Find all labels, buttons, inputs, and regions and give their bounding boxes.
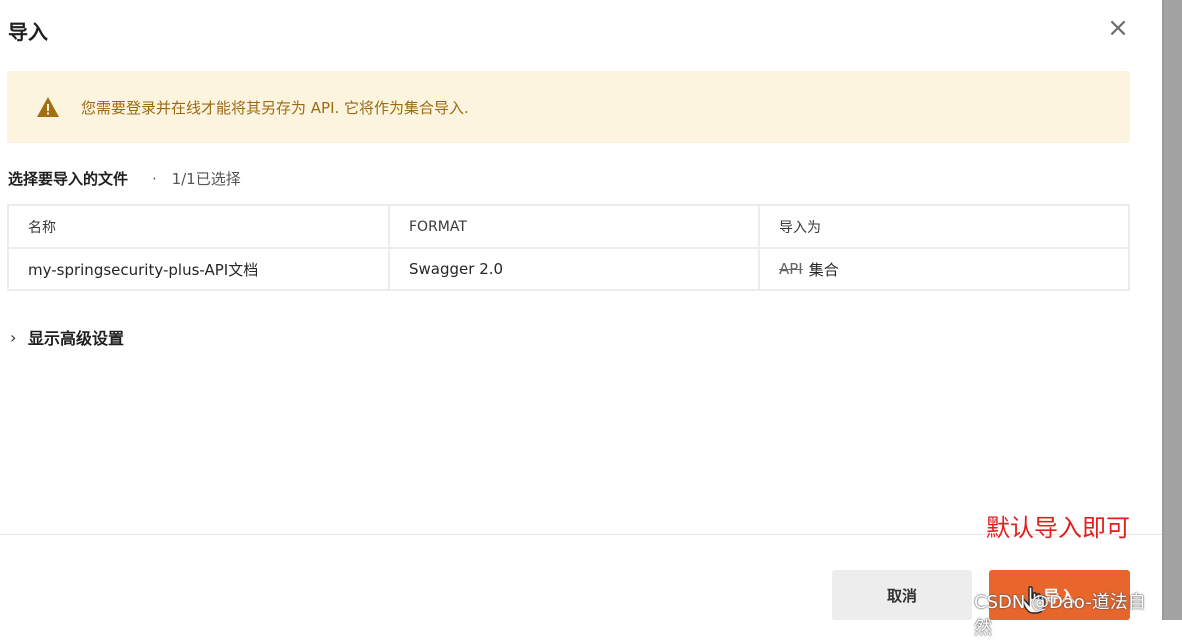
import-as-api-option: API <box>779 260 803 278</box>
column-header-format: FORMAT <box>390 206 760 247</box>
annotation-text: 默认导入即可 <box>986 514 1130 542</box>
file-format-cell: Swagger 2.0 <box>390 249 760 289</box>
import-dialog: 导入 × 您需要登录并在线才能将其另存为 API. 它将作为集合导入. 选择要导… <box>0 0 1162 639</box>
close-icon: × <box>1107 13 1129 43</box>
files-table: 名称 FORMAT 导入为 my-springsecurity-plus-API… <box>7 204 1130 291</box>
close-button[interactable]: × <box>1104 14 1132 42</box>
cancel-button[interactable]: 取消 <box>832 570 972 620</box>
advanced-settings-label: 显示高级设置 <box>28 329 125 348</box>
chevron-right-icon: › <box>10 327 17 347</box>
files-label: 选择要导入的文件 <box>8 170 129 188</box>
background-window-edge-inner <box>1164 0 1182 620</box>
show-advanced-settings-toggle[interactable]: › 显示高级设置 <box>10 325 124 349</box>
column-header-import-as: 导入为 <box>779 219 821 236</box>
warning-icon <box>37 97 59 117</box>
table-header-row: 名称 FORMAT 导入为 <box>9 206 1128 247</box>
file-name-cell: my-springsecurity-plus-API文档 <box>9 249 390 289</box>
dialog-title: 导入 <box>8 20 48 44</box>
column-header-name: 名称 <box>9 206 390 247</box>
count-text: 1/1已选择 <box>171 170 241 188</box>
warning-text: 您需要登录并在线才能将其另存为 API. 它将作为集合导入. <box>81 99 469 117</box>
files-section-label: 选择要导入的文件 <box>8 168 128 189</box>
import-as-cell[interactable]: API 集合 <box>760 249 1128 289</box>
warning-banner: 您需要登录并在线才能将其另存为 API. 它将作为集合导入. <box>7 71 1130 143</box>
watermark-text: CSDN @Dao-道法自然 <box>974 592 1146 639</box>
table-row[interactable]: my-springsecurity-plus-API文档 Swagger 2.0… <box>9 247 1128 289</box>
files-selection-count: · 1/1已选择 <box>152 168 241 189</box>
import-as-collection-option: 集合 <box>808 260 839 279</box>
background-window-edge <box>1162 0 1182 620</box>
count-separator: · <box>152 170 157 188</box>
